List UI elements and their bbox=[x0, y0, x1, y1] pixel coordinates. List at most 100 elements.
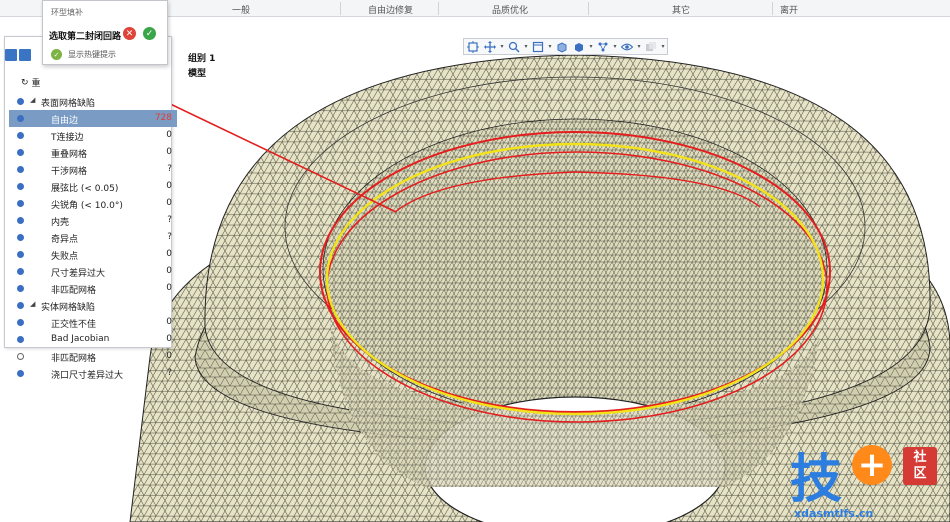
ribbon-separator bbox=[588, 2, 589, 15]
tree-category[interactable]: ◢ 实体网格缺陷 bbox=[9, 297, 177, 314]
cancel-button[interactable]: ✕ bbox=[123, 27, 136, 40]
visibility-toggle-icon[interactable] bbox=[17, 302, 24, 309]
tree-item[interactable]: 重叠网格 0 bbox=[9, 144, 177, 161]
watermark-url: xdasmtlfs.cn bbox=[794, 507, 874, 520]
watermark-plus-icon: + bbox=[852, 445, 892, 485]
ribbon-separator bbox=[438, 2, 439, 15]
model-label: 模型 bbox=[188, 69, 207, 79]
dialog-prompt: 选取第二封闭回路 bbox=[49, 32, 122, 42]
visibility-toggle-icon[interactable] bbox=[17, 115, 24, 122]
zoom-icon[interactable] bbox=[506, 40, 522, 53]
tree-item-label: 奇异点 bbox=[51, 235, 79, 245]
visibility-toggle-icon[interactable] bbox=[17, 98, 24, 105]
watermark-badge-top: 社 bbox=[913, 450, 927, 465]
visibility-toggle-icon[interactable] bbox=[17, 319, 24, 326]
ribbon-group-quality[interactable]: 品质优化 bbox=[492, 3, 528, 16]
ribbon-group-exit[interactable]: 离开 bbox=[780, 3, 798, 16]
transparency-icon[interactable] bbox=[643, 40, 659, 53]
chevron-down-icon[interactable]: ▾ bbox=[523, 40, 529, 53]
visibility-toggle-icon[interactable] bbox=[17, 166, 24, 173]
refresh-label: 重 bbox=[31, 79, 41, 89]
tree-item-label: Bad Jacobian bbox=[51, 334, 110, 344]
app-window: 一般 自由边修复 品质优化 其它 离开 ▾ ▾ ▾ ▾ ▾ ▾ ▾ 组别 1 模… bbox=[0, 0, 950, 522]
tree-item-label: 内壳 bbox=[51, 218, 70, 228]
tree-item[interactable]: 内壳? bbox=[9, 212, 177, 229]
tree-item-label: 尺寸差异过大 bbox=[51, 269, 106, 279]
tree-item[interactable]: 干涉网格? bbox=[9, 161, 177, 178]
refresh-icon: ↻ bbox=[21, 77, 29, 88]
tree-item-label: 自由边 bbox=[51, 116, 79, 126]
chevron-down-icon[interactable]: ▾ bbox=[660, 40, 666, 53]
visibility-toggle-icon[interactable] bbox=[17, 132, 24, 139]
tree-item-label: T连接边 bbox=[51, 133, 84, 143]
tree-item[interactable]: 展弦比 (< 0.05) 0 bbox=[9, 178, 177, 195]
tree-item[interactable]: Bad Jacobian 0 bbox=[9, 331, 177, 348]
tree-item-count: 0 bbox=[166, 266, 172, 276]
tree-category[interactable]: ◢ 表面网格缺陷 bbox=[9, 93, 177, 110]
visibility-icon[interactable] bbox=[619, 40, 635, 53]
visibility-toggle-icon[interactable] bbox=[17, 268, 24, 275]
visibility-toggle-icon[interactable] bbox=[17, 217, 24, 224]
mesh-diagnostics-panel: ↻ 重 ◢ 表面网格缺陷 自由边 728 T连接边 0 重叠网格 0 干涉网格? 展弦比 (< 0… bbox=[4, 36, 177, 381]
watermark-main-char: 技 bbox=[790, 450, 842, 510]
pan-icon[interactable] bbox=[482, 40, 498, 53]
tree-item[interactable]: 浇口尺寸差异过大? bbox=[9, 365, 177, 382]
tree-item-label: 实体网格缺陷 bbox=[41, 303, 96, 313]
chevron-down-icon[interactable]: ▾ bbox=[499, 40, 505, 53]
visibility-toggle-icon[interactable] bbox=[17, 251, 24, 258]
ribbon-group-other[interactable]: 其它 bbox=[672, 3, 690, 16]
refresh-button[interactable]: ↻ 重 bbox=[21, 76, 41, 90]
visibility-toggle-icon[interactable] bbox=[17, 234, 24, 241]
tree-item-count: 0 bbox=[166, 334, 172, 344]
solid-view-icon[interactable] bbox=[571, 40, 587, 53]
tree-item-count: 0 bbox=[166, 130, 172, 140]
chevron-down-icon[interactable]: ▾ bbox=[547, 40, 553, 53]
panel-tab-icon[interactable] bbox=[19, 49, 31, 61]
tree-item[interactable]: 奇异点? bbox=[9, 229, 177, 246]
tree-item[interactable]: 非匹配网格 0 bbox=[9, 348, 177, 365]
viewport-toolbar: ▾ ▾ ▾ ▾ ▾ ▾ ▾ bbox=[463, 38, 668, 55]
panel-tab-icon[interactable] bbox=[5, 49, 17, 61]
box-icon[interactable] bbox=[554, 40, 570, 53]
tree-item[interactable]: 非匹配网格 0 bbox=[9, 280, 177, 297]
tree-item-label: 干涉网格 bbox=[51, 167, 88, 177]
tree-item[interactable]: 自由边 728 bbox=[9, 110, 177, 127]
view-cube-icon[interactable] bbox=[465, 40, 481, 53]
visibility-toggle-icon[interactable] bbox=[17, 200, 24, 207]
tree-item-label: 失败点 bbox=[51, 252, 79, 262]
tree-item[interactable]: T连接边 0 bbox=[9, 127, 177, 144]
tree-item[interactable]: 失败点 0 bbox=[9, 246, 177, 263]
tree-item-count: 0 bbox=[166, 283, 172, 293]
tree-item-count: ? bbox=[167, 368, 172, 378]
expand-caret-icon[interactable]: ◢ bbox=[30, 300, 35, 308]
tree-item-label: 表面网格缺陷 bbox=[41, 99, 96, 109]
tree-item[interactable]: 尺寸差异过大 0 bbox=[9, 263, 177, 280]
tree-item-count: 0 bbox=[166, 249, 172, 259]
hotkey-hint-toggle[interactable]: ✓ 显示热键提示 bbox=[51, 49, 116, 60]
watermark-badge: 社 区 bbox=[903, 447, 937, 485]
chevron-down-icon[interactable]: ▾ bbox=[588, 40, 594, 53]
mesh-display-icon[interactable] bbox=[595, 40, 611, 53]
visibility-toggle-icon[interactable] bbox=[17, 353, 24, 360]
confirm-button[interactable]: ✓ bbox=[143, 27, 156, 40]
visibility-toggle-icon[interactable] bbox=[17, 370, 24, 377]
visibility-toggle-icon[interactable] bbox=[17, 183, 24, 190]
visibility-toggle-icon[interactable] bbox=[17, 336, 24, 343]
tree-item[interactable]: 尖锐角 (< 10.0°) 0 bbox=[9, 195, 177, 212]
expand-caret-icon[interactable]: ◢ bbox=[30, 96, 35, 104]
tree-item[interactable]: 正交性不佳 0 bbox=[9, 314, 177, 331]
tree-item-count: 728 bbox=[154, 113, 172, 123]
group-label: 组别 1 bbox=[188, 54, 216, 64]
tree-item-label: 正交性不佳 bbox=[51, 320, 97, 330]
check-icon: ✓ bbox=[51, 49, 62, 60]
ribbon-group-general[interactable]: 一般 bbox=[232, 3, 250, 16]
dialog-title: 环型填补 bbox=[51, 8, 83, 17]
chevron-down-icon[interactable]: ▾ bbox=[612, 40, 618, 53]
ribbon-group-free-edge-repair[interactable]: 自由边修复 bbox=[368, 3, 413, 16]
visibility-toggle-icon[interactable] bbox=[17, 149, 24, 156]
visibility-toggle-icon[interactable] bbox=[17, 285, 24, 292]
defect-tree: ◢ 表面网格缺陷 自由边 728 T连接边 0 重叠网格 0 干涉网格? 展弦比 (< 0.05)… bbox=[9, 93, 177, 382]
window-icon[interactable] bbox=[530, 40, 546, 53]
tree-item-label: 尖锐角 (< 10.0°) bbox=[51, 201, 123, 211]
chevron-down-icon[interactable]: ▾ bbox=[636, 40, 642, 53]
